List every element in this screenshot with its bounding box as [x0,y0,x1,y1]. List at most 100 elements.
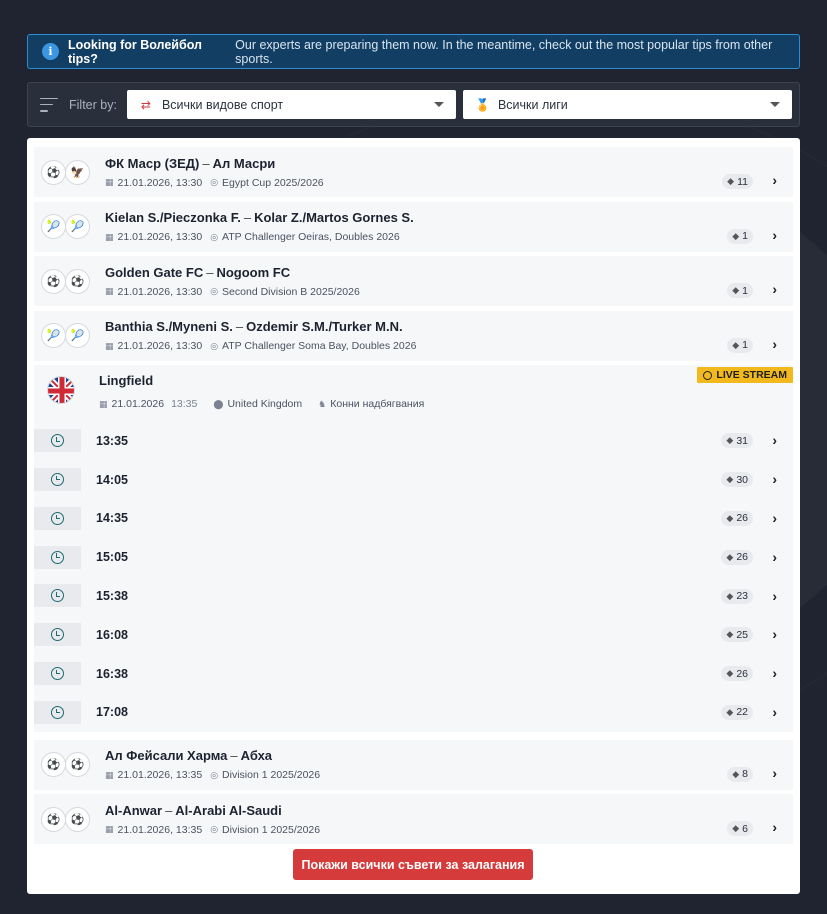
away-team: Nogoom FC [216,264,291,280]
race-clock [34,662,81,686]
race-clock [34,584,81,608]
race-clock [34,506,81,530]
tag-icon: ◆ [726,551,734,562]
chevron-right-icon[interactable]: › [772,765,777,781]
team-logos: ⚽ 🦅 [41,159,98,185]
home-team: Banthia S./Myneni S. [105,319,233,335]
league-select[interactable]: 🏅 Всички лиги [462,90,792,119]
away-team: Al-Arabi Al-Saudi [175,802,282,818]
tips-count: 1 [742,230,748,243]
chevron-right-icon[interactable]: › [772,549,777,565]
tips-count: 25 [736,628,748,641]
tips-count: 8 [742,768,748,781]
chevron-right-icon[interactable]: › [772,510,777,526]
racing-header[interactable]: Lingfield ▦ 21.01.2026 13:35 ⬤ United Ki… [34,367,793,421]
race-clock [34,468,81,492]
event-title: Ал Фейсали Харма – Абха [105,748,273,764]
event-row[interactable]: ⚽ ⚽ Ал Фейсали Харма – Абха ▦ 21.01.2026, … [34,739,793,790]
event-title: Al-Anwar – Al-Arabi Al-Saudi [105,802,282,818]
sports-icon: ⇄ [140,97,151,112]
chevron-right-icon[interactable]: › [772,336,777,352]
tips-count: 11 [737,175,748,188]
event-competition: ATP Challenger Soma Bay, Doubles 2026 [222,340,417,353]
event-row[interactable]: ⚽ ⚽ Al-Anwar – Al-Arabi Al-Saudi ▦ 21.01.2… [34,794,793,845]
race-time: 14:05 [96,472,128,487]
racing-meeting: Lingfield ▦ 21.01.2026 13:35 ⬤ United Ki… [34,365,793,732]
show-all-tips-button[interactable]: Покажи всички съвети за залагания [293,849,533,880]
event-row[interactable]: 🎾 🎾 Kielan S./Pieczonka F. – Kolar Z./Mart… [34,201,793,252]
tips-count-badge: ◆ 1 [727,228,753,244]
chevron-right-icon[interactable]: › [772,704,777,720]
tag-icon: ◆ [726,590,734,601]
racing-meta: ▦ 21.01.2026 13:35 ⬤ United Kingdom ♞ Ко… [99,398,424,410]
away-team: Kolar Z./Martos Gornes S. [254,210,414,226]
clock-icon [703,370,713,380]
event-title: Kielan S./Pieczonka F. – Kolar Z./Martos G… [105,210,414,226]
chevron-right-icon[interactable]: › [772,432,777,448]
chevron-right-icon[interactable]: › [772,172,777,188]
tips-count-badge: ◆ 26 [721,666,753,682]
event-list-top: ⚽ 🦅 ФК Маср (ЗЕД) – Ал Масри ▦ 21.01.2026,… [34,147,793,361]
event-date: 21.01.2026, 13:30 [117,285,203,298]
event-row[interactable]: ⚽ 🦅 ФК Маср (ЗЕД) – Ал Масри ▦ 21.01.2026,… [34,147,793,197]
away-team-logo-icon: ⚽ [65,752,90,778]
chevron-right-icon[interactable]: › [772,665,777,681]
home-team-logo-icon: 🎾 [41,214,66,240]
event-date: 21.01.2026, 13:30 [117,340,203,353]
alert-bold-text: Looking for Волейбол tips? [68,37,202,66]
clock-icon [51,473,64,487]
tips-count: 23 [736,590,748,603]
home-team-logo-icon: ⚽ [41,268,66,294]
race-row[interactable]: 16:38 ◆ 26 › [34,654,793,693]
chevron-right-icon[interactable]: › [772,819,777,835]
tips-count: 30 [736,473,748,486]
calendar-icon: ▦ [105,177,114,187]
live-stream-badge[interactable]: LIVE STREAM [697,367,793,384]
live-stream-label: LIVE STREAM [716,369,787,382]
caret-down-icon [769,102,780,107]
calendar-icon: ▦ [105,231,114,242]
chevron-right-icon[interactable]: › [772,588,777,604]
race-row[interactable]: 15:05 ◆ 26 › [34,538,793,577]
event-meta: ▦ 21.01.2026, 13:30 ◎ Second Division B … [105,286,793,298]
tag-icon: ◆ [726,474,734,485]
team-logos: ⚽ ⚽ [41,268,98,294]
info-alert: i Looking for Волейбол tips? Our experts… [27,34,800,69]
clock-icon [51,628,64,642]
event-date: 21.01.2026, 13:35 [117,823,203,836]
clock-icon [51,589,64,603]
tips-count: 6 [742,822,748,835]
calendar-icon: ▦ [105,769,114,780]
home-team: Al-Anwar [105,802,163,818]
race-row[interactable]: 14:35 ◆ 26 › [34,499,793,538]
clock-icon [51,434,64,448]
chevron-right-icon[interactable]: › [772,281,777,297]
race-row[interactable]: 15:38 ◆ 23 › [34,577,793,616]
race-row[interactable]: 16:08 ◆ 25 › [34,615,793,654]
racing-sport: Конни надбягвания [330,398,425,411]
tips-count: 26 [736,512,748,525]
event-meta: ▦ 21.01.2026, 13:30 ◎ Egypt Cup 2025/202… [105,177,793,189]
event-date: 21.01.2026, 13:30 [117,231,203,244]
competition-icon: ◎ [210,177,219,187]
race-row[interactable]: 14:05 ◆ 30 › [34,460,793,499]
chevron-right-icon[interactable]: › [772,471,777,487]
event-meta: ▦ 21.01.2026, 13:35 ◎ Division 1 2025/20… [105,769,793,781]
event-row[interactable]: ⚽ ⚽ Golden Gate FC – Nogoom FC ▦ 21.01.202… [34,256,793,307]
calendar-icon: ▦ [105,340,114,351]
chevron-right-icon[interactable]: › [772,626,777,642]
chevron-right-icon[interactable]: › [772,227,777,243]
tips-count-badge: ◆ 26 [721,549,753,565]
race-row[interactable]: 13:35 ◆ 31 › [34,421,793,460]
tips-count: 26 [736,551,748,564]
tag-icon: ◆ [726,512,734,523]
caret-down-icon [433,102,444,107]
race-row[interactable]: 17:08 ◆ 22 › [34,693,793,732]
away-team-logo-icon: ⚽ [65,268,90,294]
away-team-logo-icon: 🎾 [65,323,90,349]
event-competition: Division 1 2025/2026 [222,823,321,836]
info-icon: i [42,43,59,60]
event-row[interactable]: 🎾 🎾 Banthia S./Myneni S. – Ozdemir S.M./Tu… [34,310,793,361]
sport-select[interactable]: ⇄ Всички видове спорт [126,90,456,119]
filter-bar: Filter by: ⇄ Всички видове спорт 🏅 Всичк… [27,82,800,127]
